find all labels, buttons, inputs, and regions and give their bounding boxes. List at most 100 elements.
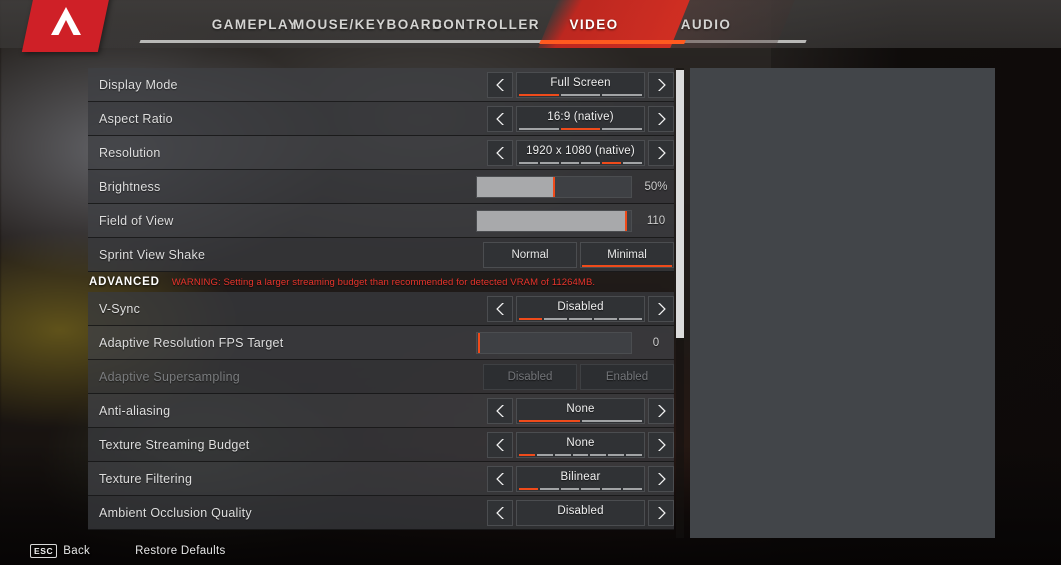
chevron-left-icon[interactable] bbox=[487, 431, 513, 458]
settings-scrollbar[interactable] bbox=[676, 68, 684, 538]
setting-control-texture-streaming-budget: None bbox=[487, 431, 674, 458]
toggle-sprint-view-shake-normal[interactable]: Normal bbox=[483, 241, 577, 268]
setting-segments-texture-filtering bbox=[519, 487, 642, 490]
slider-knob[interactable] bbox=[553, 176, 555, 197]
slider-knob[interactable] bbox=[478, 332, 480, 353]
chevron-left-icon[interactable] bbox=[487, 139, 513, 166]
setting-value-anti-aliasing: None bbox=[566, 403, 595, 415]
setting-value-texture-filtering: Bilinear bbox=[560, 471, 601, 483]
setting-control-v-sync: Disabled bbox=[487, 295, 674, 322]
setting-segments-v-sync bbox=[519, 317, 642, 320]
chevron-right-icon[interactable] bbox=[648, 139, 674, 166]
slider-track-brightness[interactable] bbox=[476, 175, 632, 198]
segment-indicator bbox=[581, 161, 601, 164]
tab-mouse-keyboard[interactable]: MOUSE/KEYBOARD bbox=[293, 0, 442, 48]
setting-value-box-anti-aliasing[interactable]: None bbox=[516, 397, 645, 424]
setting-row-v-sync: V-Sync Disabled bbox=[88, 292, 674, 326]
setting-control-anti-aliasing: None bbox=[487, 397, 674, 424]
segment-indicator bbox=[581, 419, 642, 422]
setting-control-aspect-ratio: 16:9 (native) bbox=[487, 105, 674, 132]
segment-indicator bbox=[544, 317, 567, 320]
toggle-adaptive-supersampling-disabled: Disabled bbox=[483, 363, 577, 390]
setting-control-field-of-view: 110 bbox=[476, 209, 674, 232]
chevron-right-icon[interactable] bbox=[648, 499, 674, 526]
segment-indicator bbox=[572, 453, 589, 456]
segment-indicator bbox=[602, 93, 643, 96]
slider-value-brightness: 50% bbox=[644, 180, 668, 193]
chevron-right-icon[interactable] bbox=[648, 431, 674, 458]
setting-control-sprint-view-shake: Normal Minimal bbox=[480, 241, 674, 268]
toggle-label: Enabled bbox=[605, 370, 649, 383]
back-button-label: Back bbox=[63, 545, 91, 557]
setting-value-box-aspect-ratio[interactable]: 16:9 (native) bbox=[516, 105, 645, 132]
chevron-right-icon[interactable] bbox=[648, 465, 674, 492]
restore-defaults-label: Restore Defaults bbox=[135, 545, 226, 557]
tab-controller[interactable]: CONTROLLER bbox=[431, 0, 541, 48]
segment-indicator bbox=[581, 487, 601, 490]
segment-indicator bbox=[626, 453, 643, 456]
setting-row-field-of-view: Field of View 110 bbox=[88, 204, 674, 238]
setting-segments-resolution bbox=[519, 161, 642, 164]
chevron-left-icon[interactable] bbox=[487, 71, 513, 98]
tab-gameplay[interactable]: GAMEPLAY bbox=[205, 0, 305, 48]
chevron-right-icon[interactable] bbox=[648, 295, 674, 322]
setting-value-box-texture-filtering[interactable]: Bilinear bbox=[516, 465, 645, 492]
restore-defaults-button[interactable]: Restore Defaults bbox=[135, 545, 225, 557]
setting-row-texture-streaming-budget: Texture Streaming Budget None bbox=[88, 428, 674, 462]
segment-indicator bbox=[602, 127, 643, 130]
setting-label-v-sync: V-Sync bbox=[99, 301, 141, 316]
setting-label-display-mode: Display Mode bbox=[99, 77, 178, 92]
setting-segments-anti-aliasing bbox=[519, 419, 642, 422]
setting-row-adaptive-resolution-fps-target: Adaptive Resolution FPS Target 0 bbox=[88, 326, 674, 360]
settings-scrollbar-thumb[interactable] bbox=[676, 70, 684, 338]
back-button[interactable]: ESC Back bbox=[30, 544, 90, 558]
chevron-right-icon[interactable] bbox=[648, 105, 674, 132]
segment-indicator bbox=[519, 127, 559, 130]
setting-segments-display-mode bbox=[519, 93, 643, 96]
slider-knob[interactable] bbox=[625, 210, 628, 231]
setting-value-box-ambient-occlusion-quality[interactable]: Disabled bbox=[516, 499, 645, 526]
chevron-left-icon[interactable] bbox=[487, 499, 513, 526]
chevron-left-icon[interactable] bbox=[487, 397, 513, 424]
chevron-right-icon[interactable] bbox=[648, 397, 674, 424]
chevron-left-icon[interactable] bbox=[487, 295, 513, 322]
segment-indicator bbox=[560, 487, 580, 490]
segment-indicator bbox=[519, 317, 542, 320]
setting-value-box-resolution[interactable]: 1920 x 1080 (native) bbox=[516, 139, 645, 166]
setting-row-sprint-view-shake: Sprint View Shake Normal Minimal bbox=[88, 238, 674, 272]
segment-indicator bbox=[619, 317, 642, 320]
slider-track-field-of-view[interactable] bbox=[476, 209, 632, 232]
segment-indicator bbox=[539, 487, 559, 490]
setting-value-resolution: 1920 x 1080 (native) bbox=[526, 145, 635, 157]
slider-fill bbox=[477, 176, 554, 197]
segment-indicator bbox=[519, 453, 535, 456]
setting-row-brightness: Brightness 50% bbox=[88, 170, 674, 204]
advanced-section-title: ADVANCED bbox=[89, 276, 160, 288]
setting-control-display-mode: Full Screen bbox=[487, 71, 674, 98]
esc-key-badge: ESC bbox=[30, 544, 58, 558]
segment-indicator bbox=[519, 487, 538, 490]
setting-value-ambient-occlusion-quality: Disabled bbox=[557, 505, 604, 517]
setting-value-box-display-mode[interactable]: Full Screen bbox=[516, 71, 645, 98]
apex-legends-logo-icon bbox=[51, 7, 81, 35]
segment-indicator bbox=[569, 317, 592, 320]
setting-control-resolution: 1920 x 1080 (native) bbox=[487, 139, 674, 166]
setting-label-adaptive-resolution-fps-target: Adaptive Resolution FPS Target bbox=[99, 335, 284, 350]
chevron-right-icon[interactable] bbox=[648, 71, 674, 98]
tab-controller-label: CONTROLLER bbox=[432, 16, 540, 32]
slider-track-adaptive-resolution-fps-target[interactable] bbox=[476, 331, 632, 354]
setting-value-box-v-sync[interactable]: Disabled bbox=[516, 295, 645, 322]
setting-row-aspect-ratio: Aspect Ratio 16:9 (native) bbox=[88, 102, 674, 136]
segment-indicator bbox=[560, 161, 580, 164]
setting-label-resolution: Resolution bbox=[99, 145, 161, 160]
toggle-sprint-view-shake-minimal[interactable]: Minimal bbox=[580, 241, 674, 268]
setting-label-aspect-ratio: Aspect Ratio bbox=[99, 111, 173, 126]
setting-row-resolution: Resolution 1920 x 1080 (native) bbox=[88, 136, 674, 170]
tab-video-label: VIDEO bbox=[569, 16, 619, 32]
setting-value-box-texture-streaming-budget[interactable]: None bbox=[516, 431, 645, 458]
chevron-left-icon[interactable] bbox=[487, 105, 513, 132]
segment-indicator bbox=[608, 453, 625, 456]
setting-control-adaptive-supersampling: Disabled Enabled bbox=[480, 363, 674, 390]
tab-audio-label: AUDIO bbox=[680, 16, 732, 32]
chevron-left-icon[interactable] bbox=[487, 465, 513, 492]
